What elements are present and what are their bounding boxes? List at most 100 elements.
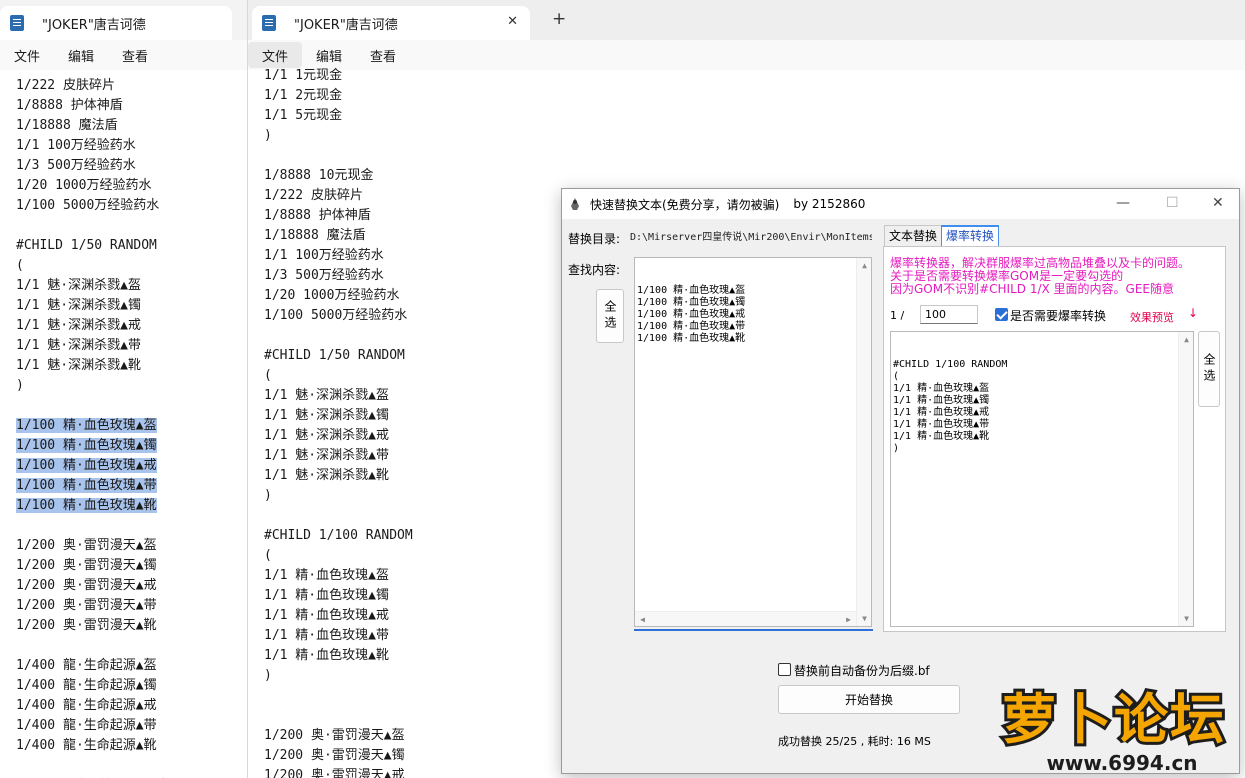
scroll-left-icon[interactable]: ◀ (635, 612, 650, 626)
text-line: 1/400 龍·生命起源▲带 (16, 716, 172, 736)
text-line (16, 636, 172, 656)
text-line: ( (264, 548, 272, 563)
text-editor[interactable]: 1/1 1元现金 1/1 2元现金 1/1 5元现金) 1/8888 10元现金 1/2… (264, 66, 413, 778)
text-line-content: 1/400 龍·生命起源▲戒 (16, 698, 157, 713)
start-replace-button[interactable]: 开始替换 (778, 685, 960, 714)
scroll-down-icon[interactable]: ▼ (857, 611, 871, 626)
text-line-content: 1/1 魅·深渊杀戮▲靴 (16, 358, 141, 373)
text-line: 1/400 龍·生命起源▲戒 (16, 696, 172, 716)
text-line: 1/200 奥·雷罚漫天▲戒 (16, 576, 172, 596)
text-line-content: 1/18888 魔法盾 (16, 118, 118, 133)
preview-textarea[interactable]: #CHILD 1/100 RANDOM ( 1/1 精·血色玫瑰▲盔 1/1 精… (890, 331, 1194, 627)
dir-path-field[interactable]: D:\Mirserver四皇传说\Mir200\Envir\MonItems (630, 229, 872, 247)
preview-text: #CHILD 1/100 RANDOM ( 1/1 精·血色玫瑰▲盔 1/1 精… (893, 359, 1008, 454)
text-line-content: #CHILD 1/50 RANDOM (16, 238, 157, 253)
vertical-scrollbar[interactable]: ▲ ▼ (1178, 332, 1193, 626)
text-line (16, 396, 172, 416)
text-line-content: 1/100 精·血色玫瑰▲镯 (16, 438, 157, 453)
tab-rate-convert[interactable]: 爆率转换 (941, 225, 1000, 247)
horizontal-scrollbar[interactable]: ◀ ▶ (635, 611, 856, 626)
notepad-icon (262, 15, 276, 31)
text-line: 1/1 1元现金 (264, 68, 343, 83)
scroll-up-icon[interactable]: ▲ (857, 258, 871, 273)
minimize-icon[interactable]: — (1116, 195, 1130, 211)
close-tab-icon[interactable]: ✕ (507, 14, 518, 29)
menu-bar: 文件 编辑 查看 (0, 40, 247, 70)
tab-bar: "JOKER"唐吉诃德 (0, 0, 247, 40)
menu-edit[interactable]: 编辑 (54, 42, 108, 68)
tab-strip: 文本替换 爆率转换 (884, 225, 1000, 247)
scroll-right-icon[interactable]: ▶ (841, 612, 856, 626)
text-line: 1/1 魅·深渊杀戮▲镯 (16, 296, 172, 316)
text-line: 1/1 精·血色玫瑰▲靴 (264, 648, 389, 663)
convert-label: 是否需要爆率转换 (1010, 309, 1107, 323)
text-line-content: 1/200 奥·雷罚漫天▲靴 (16, 618, 157, 633)
text-line-content: 1/1 魅·深渊杀戮▲带 (16, 338, 141, 353)
focus-underline (634, 629, 873, 631)
maximize-icon[interactable]: ☐ (1166, 195, 1179, 211)
dialog-author: by 2152860 (793, 197, 866, 211)
text-line: 1/100 精·血色玫瑰▲戒 (16, 456, 172, 476)
tab-document[interactable]: "JOKER"唐吉诃德 (0, 6, 232, 40)
text-line: 1/1 魅·深渊杀戮▲戒 (16, 316, 172, 336)
tab-document[interactable]: "JOKER"唐吉诃德 ✕ (252, 6, 530, 40)
select-all-preview-button[interactable]: 全选 (1198, 331, 1220, 407)
new-tab-icon[interactable]: + (552, 9, 566, 29)
text-line: 1/20 1000万经验药水 (16, 176, 172, 196)
text-line: ) (16, 376, 172, 396)
text-line: 1/8888 护体神盾 (16, 96, 172, 116)
menu-file[interactable]: 文件 (248, 42, 303, 68)
find-content-textarea[interactable]: 1/100 精·血色玫瑰▲盔 1/100 精·血色玫瑰▲镯 1/100 精·血色… (634, 257, 872, 627)
tab-title: "JOKER"唐吉诃德 (294, 17, 398, 33)
text-line-content: 1/100 精·血色玫瑰▲盔 (16, 418, 157, 433)
text-line: 1/1 精·血色玫瑰▲带 (264, 628, 389, 643)
brand-url: www.6994.cn (1046, 751, 1197, 775)
find-content-text: 1/100 精·血色玫瑰▲盔 1/100 精·血色玫瑰▲镯 1/100 精·血色… (637, 285, 746, 344)
text-line: 1/1 100万经验药水 (264, 248, 384, 263)
text-line: 1/200 奥·雷罚漫天▲盔 (264, 728, 405, 743)
dir-label: 替换目录: (568, 232, 621, 246)
text-line: 1/1 魅·深渊杀戮▲带 (16, 336, 172, 356)
text-line-content: 1/400 龍·生命起源▲带 (16, 718, 157, 733)
menu-file[interactable]: 文件 (0, 42, 54, 68)
dialog-title: 快速替换文本(免费分享，请勿被骗) (590, 197, 780, 212)
select-all-find-button[interactable]: 全选 (596, 289, 624, 343)
text-line: #CHILD 1/50 RANDOM (16, 236, 172, 256)
text-line: 1/1 5元现金 (264, 108, 343, 123)
text-line: 1/3 500万经验药水 (264, 268, 384, 283)
scroll-down-icon[interactable]: ▼ (1179, 611, 1193, 626)
brand-text: 萝卜论坛 (1002, 688, 1226, 751)
text-line: 1/1 魅·深渊杀戮▲戒 (264, 428, 389, 443)
scroll-up-icon[interactable]: ▲ (1179, 332, 1193, 347)
vertical-scrollbar[interactable]: ▲ ▼ (856, 258, 871, 626)
text-line: #CHILD 1/50 RANDOM (264, 348, 405, 363)
menu-view[interactable]: 查看 (108, 42, 162, 68)
backup-checkbox[interactable] (778, 663, 791, 676)
text-line: 1/1 精·血色玫瑰▲盔 (264, 568, 389, 583)
text-line: 1/400 龍·生命起源▲靴 (16, 736, 172, 756)
ratio-input[interactable]: 100 (920, 305, 978, 324)
text-line-content: 1/1 魅·深渊杀戮▲戒 (16, 318, 141, 333)
text-line (264, 706, 413, 726)
text-line-content: 1/20 1000万经验药水 (16, 178, 152, 193)
menu-edit[interactable]: 编辑 (302, 42, 356, 68)
text-line-content: 1/200 奥·雷罚漫天▲镯 (16, 558, 157, 573)
status-text: 成功替换 25/25 , 耗时: 16 MS (778, 735, 931, 748)
notepad-icon (10, 15, 24, 31)
text-editor[interactable]: 1/222 皮肤碎片 1/8888 护体神盾 1/18888 魔法盾 1/1 100万… (16, 76, 172, 778)
ratio-prefix: 1 / (890, 309, 905, 322)
text-line: 1/18888 魔法盾 (264, 228, 366, 243)
text-line: 1/200 奥·雷罚漫天▲戒 (264, 768, 405, 778)
menu-view[interactable]: 查看 (356, 42, 410, 68)
tab-text-replace[interactable]: 文本替换 (884, 225, 943, 247)
text-line-content: 1/200 奥·雷罚漫天▲盔 (16, 538, 157, 553)
text-line: 1/1 魅·深渊杀戮▲盔 (16, 276, 172, 296)
convert-checkbox[interactable] (995, 308, 1008, 321)
text-line: 1/1 魅·深渊杀戮▲带 (264, 448, 389, 463)
tab-bar: "JOKER"唐吉诃德 ✕ + (248, 0, 1245, 40)
text-line: #CHILD 1/100 RANDOM (264, 528, 413, 543)
text-line (264, 326, 413, 346)
close-icon[interactable]: ✕ (1212, 195, 1224, 211)
text-line: 1/100 精·血色玫瑰▲盔 (16, 416, 172, 436)
text-line-content: 1/3 500万经验药水 (16, 158, 136, 173)
